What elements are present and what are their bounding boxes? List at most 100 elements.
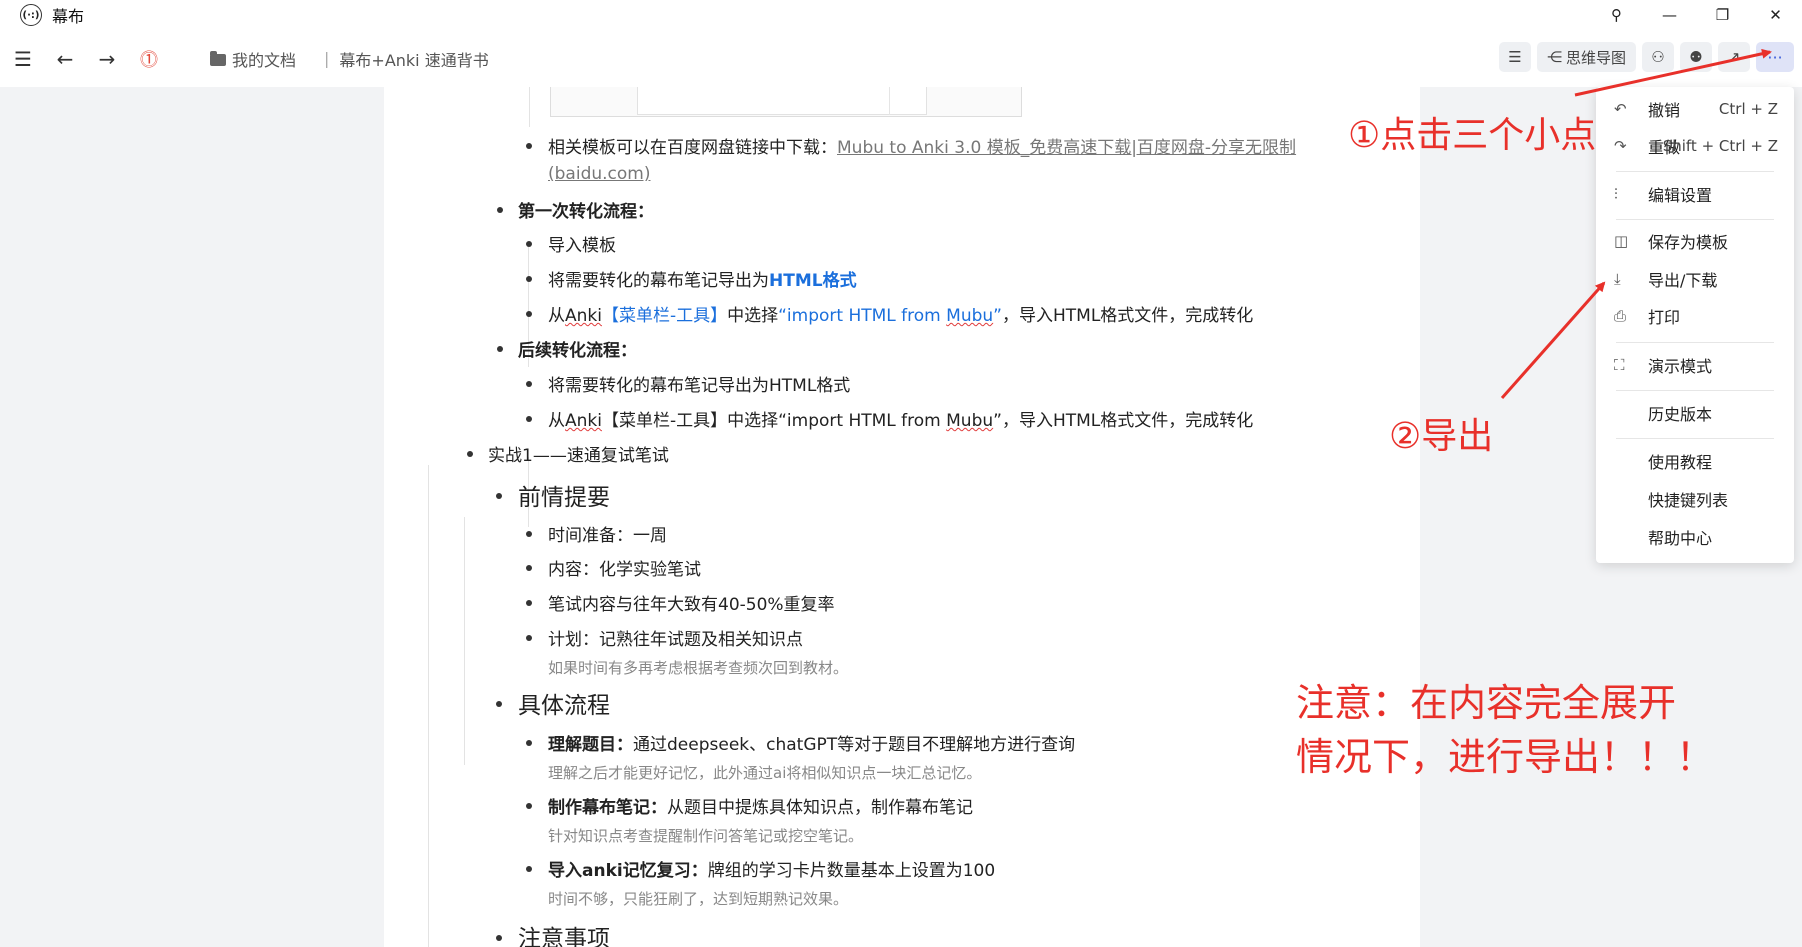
annotation-step1: ①点击三个小点 [1348,115,1597,156]
app-logo-icon: (·:) [20,4,42,26]
user-icon[interactable]: ⚉ [1680,42,1712,72]
bullet[interactable] [526,531,532,537]
mindmap-label: 思维导图 [1565,48,1626,67]
bullet[interactable] [526,311,532,317]
list-item[interactable]: 将需要转化的幕布笔记导出为HTML格式 [548,371,850,396]
bullet[interactable] [526,565,532,571]
bullet[interactable] [526,600,532,606]
redo-icon: ↷ [1614,137,1627,155]
heading-item[interactable]: 注意事项 [518,919,610,947]
menu-divider [1616,342,1774,343]
list-item-continuation[interactable]: (baidu.com) [548,164,650,184]
share-icon[interactable]: ↗ [1718,42,1750,72]
bullet[interactable] [497,346,503,352]
template-link[interactable]: Mubu to Anki 3.0 模板_免费高速下载|百度网盘-分享无限制 [837,138,1296,158]
list-item[interactable]: 相关模板可以在百度网盘链接中下载：Mubu to Anki 3.0 模板_免费高… [548,133,1296,158]
menu-item-shortcuts[interactable]: 快捷键列表 [1596,482,1794,516]
menu-item-print[interactable]: ⎙ 打印 [1596,299,1794,333]
menu-item-present[interactable]: ⛶ 演示模式 [1596,348,1794,382]
collaborate-icon[interactable]: ⚇ [1642,42,1674,72]
title-bar: (·:) 幕布 ⚲ — ❐ ✕ [0,0,1802,30]
bullet[interactable] [526,241,532,247]
minimize-button[interactable]: — [1643,0,1696,30]
bullet[interactable] [467,451,473,457]
list-item[interactable]: 时间准备：一周 [548,521,667,546]
breadcrumb: 我的文档 | 幕布+Anki 速通背书 [210,47,489,71]
printer-icon: ⎙ [1614,307,1627,325]
menu-item-history[interactable]: 历史版本 [1596,396,1794,430]
item-note[interactable]: 理解之后才能更好记忆，此外通过ai将相似知识点一块汇总记忆。 [548,762,981,783]
item-note[interactable]: 针对知识点考查提醒制作问答笔记或挖空笔记。 [548,825,863,846]
menu-divider [1616,219,1774,220]
bullet[interactable] [496,935,502,941]
bullet[interactable] [496,493,502,499]
list-item[interactable]: 导入模板 [548,231,616,256]
indent-guide [428,465,429,947]
item-note[interactable]: 时间不够，只能狂刷了，达到短期熟记效果。 [548,888,848,909]
bullet[interactable] [526,740,532,746]
forward-arrow-icon[interactable]: → [86,41,128,77]
annotation-step2: ②导出 [1389,416,1494,457]
pin-icon[interactable]: ⚲ [1590,0,1643,30]
menu-divider [1616,390,1774,391]
folder-icon [210,50,226,66]
presentation-icon: ⛶ [1614,356,1625,374]
list-item[interactable]: 从Anki【菜单栏-工具】中选择“import HTML from Mubu”，… [548,301,1253,326]
close-button[interactable]: ✕ [1749,0,1802,30]
list-item[interactable]: 制作幕布笔记：从题目中提炼具体知识点，制作幕布笔记 [548,793,973,818]
mindmap-icon: ⋲ [1546,48,1562,66]
toolbar: ☰ ← → ⓵ 我的文档 | 幕布+Anki 速通背书 ☰ ⋲ 思维导图 ⚇ ⚉… [0,30,1802,87]
undo-shortcut: Ctrl + Z [1718,100,1778,118]
annotation-notice-line2: 情况下，进行导出！！！ [1296,735,1715,779]
list-item[interactable]: 实战1——速通复试笔试 [488,441,669,466]
bullet[interactable] [497,207,503,213]
heading-item[interactable]: 具体流程 [518,686,610,720]
annotation-notice-line1: 注意：在内容完全展开 [1296,681,1677,725]
bullet[interactable] [526,143,532,149]
heading-item[interactable]: 前情提要 [518,478,610,512]
list-item[interactable]: 从Anki【菜单栏-工具】中选择“import HTML from Mubu”，… [548,406,1253,431]
more-options-button[interactable]: ··· [1756,42,1794,72]
sync-status-icon[interactable]: ⓵ [128,41,170,77]
breadcrumb-folder[interactable]: 我的文档 [232,47,296,71]
bullet[interactable] [526,381,532,387]
document-editor[interactable]: 相关模板可以在百度网盘链接中下载：Mubu to Anki 3.0 模板_免费高… [384,87,1420,947]
restore-button[interactable]: ❐ [1696,0,1749,30]
bullet[interactable] [526,866,532,872]
list-item[interactable]: 笔试内容与往年大致有40-50%重复率 [548,590,835,615]
embedded-image-inner [637,87,927,115]
back-arrow-icon[interactable]: ← [44,41,86,77]
bullet[interactable] [526,635,532,641]
bullet[interactable] [526,276,532,282]
more-options-menu: ↶ 撤销 Ctrl + Z ↷ 重做 Shift + Ctrl + Z ⫶ 编辑… [1596,87,1794,563]
list-item[interactable]: 计划：记熟往年试题及相关知识点 [548,625,803,650]
redo-shortcut: Shift + Ctrl + Z [1662,137,1778,155]
menu-item-tutorial[interactable]: 使用教程 [1596,444,1794,478]
embedded-image [550,87,1022,117]
list-item[interactable]: 后续转化流程： [518,336,637,361]
mindmap-button[interactable]: ⋲ 思维导图 [1536,42,1636,72]
menu-icon[interactable]: ☰ [2,41,44,77]
item-note[interactable]: 如果时间有多再考虑根据考查频次回到教材。 [548,657,848,678]
embedded-image-menu [889,87,949,115]
download-icon: ⤓ [1614,270,1621,288]
sliders-icon: ⫶ [1614,185,1618,203]
bullet[interactable] [496,701,502,707]
menu-item-export[interactable]: ⤓ 导出/下载 [1596,262,1794,296]
list-item[interactable]: 内容：化学实验笔试 [548,555,701,580]
arrow-to-export [1500,281,1606,399]
menu-item-undo[interactable]: ↶ 撤销 Ctrl + Z [1596,92,1794,126]
menu-item-help[interactable]: 帮助中心 [1596,520,1794,554]
template-link-cont[interactable]: (baidu.com) [548,164,650,184]
menu-item-redo[interactable]: ↷ 重做 Shift + Ctrl + Z [1596,129,1794,163]
list-item[interactable]: 将需要转化的幕布笔记导出为HTML格式 [548,266,857,291]
bullet[interactable] [526,416,532,422]
template-icon: ◫ [1614,232,1629,250]
list-item[interactable]: 第一次转化流程： [518,197,654,222]
list-item[interactable]: 导入anki记忆复习：牌组的学习卡片数量基本上设置为100 [548,856,995,881]
bullet[interactable] [526,803,532,809]
list-item[interactable]: 理解题目：通过deepseek、chatGPT等对于题目不理解地方进行查询 [548,730,1075,755]
menu-item-save-template[interactable]: ◫ 保存为模板 [1596,224,1794,258]
outline-search-icon[interactable]: ☰ [1498,42,1531,72]
menu-item-edit-settings[interactable]: ⫶ 编辑设置 [1596,177,1794,211]
